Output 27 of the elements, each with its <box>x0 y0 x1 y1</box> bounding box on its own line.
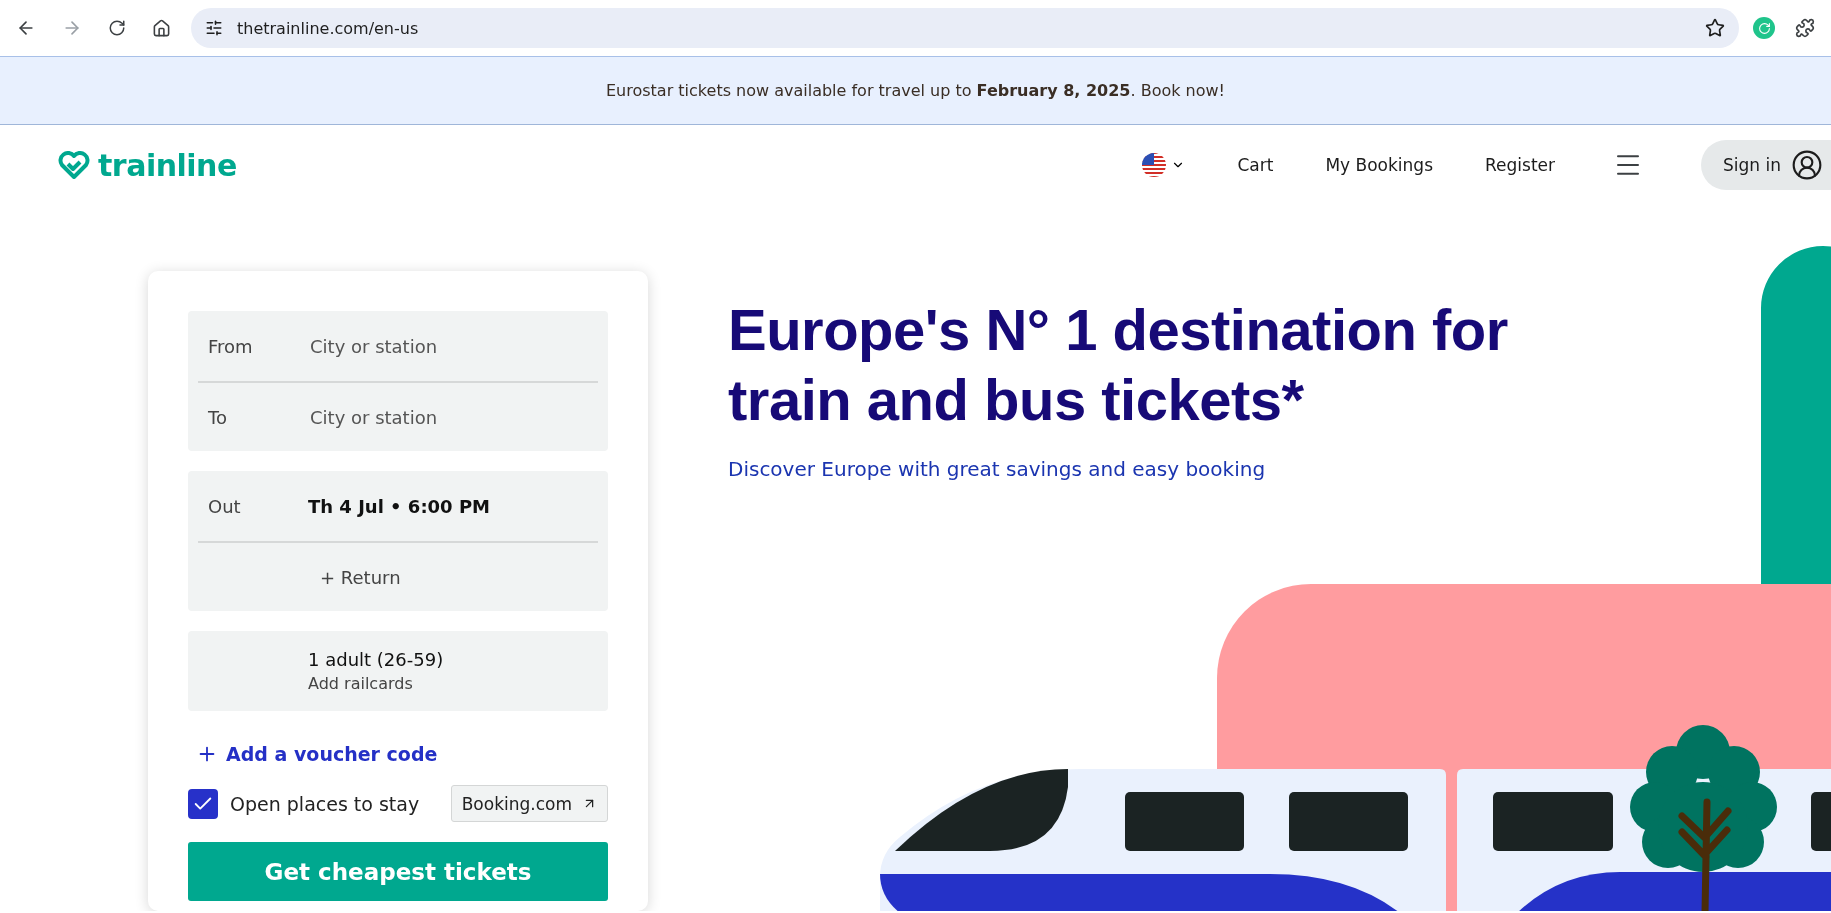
stay-checkbox[interactable] <box>188 788 218 819</box>
partner-link[interactable]: Booking.com <box>450 785 608 822</box>
nav-link[interactable]: My Bookings <box>1325 155 1433 175</box>
field-label: From <box>207 335 254 357</box>
add-return-button[interactable]: + Return <box>320 566 401 588</box>
announcement-text: Eurostar tickets now available for travel up to February 8, 2025. Book now! <box>606 81 1225 100</box>
heart-check-logo-icon <box>58 151 90 179</box>
station-input[interactable]: City or station <box>308 405 598 429</box>
sign-in-button[interactable]: Sign in <box>1701 140 1831 190</box>
outbound-date[interactable]: Th 4 Jul • 6:00 PM <box>308 495 490 517</box>
bookmark-star-icon[interactable] <box>1705 18 1725 38</box>
nav-link[interactable]: Register <box>1485 155 1555 175</box>
field-label: Out <box>207 495 242 517</box>
home-icon <box>152 18 171 38</box>
url-text: thetrainline.com/en-us <box>237 18 420 38</box>
hero-heading: Europe's N° 1 destination for train and bus tickets* <box>728 296 1509 434</box>
field-label: To <box>207 406 228 428</box>
reload-icon <box>108 19 126 37</box>
hero-subtitle: Discover Europe with great savings and easy booking <box>728 457 1267 481</box>
add-voucher-link[interactable]: Add a voucher code <box>188 731 446 765</box>
checkbox-label: Open places to stay <box>230 792 420 815</box>
address-bar[interactable]: thetrainline.com/en-us <box>191 8 1739 48</box>
user-icon <box>1791 149 1823 181</box>
nav-link[interactable]: Cart <box>1237 155 1274 175</box>
passengers-selector[interactable]: 1 adult (26-59) Add railcards <box>188 631 608 711</box>
station-input[interactable]: City or station <box>308 334 598 358</box>
site-info-icon[interactable] <box>205 19 223 37</box>
